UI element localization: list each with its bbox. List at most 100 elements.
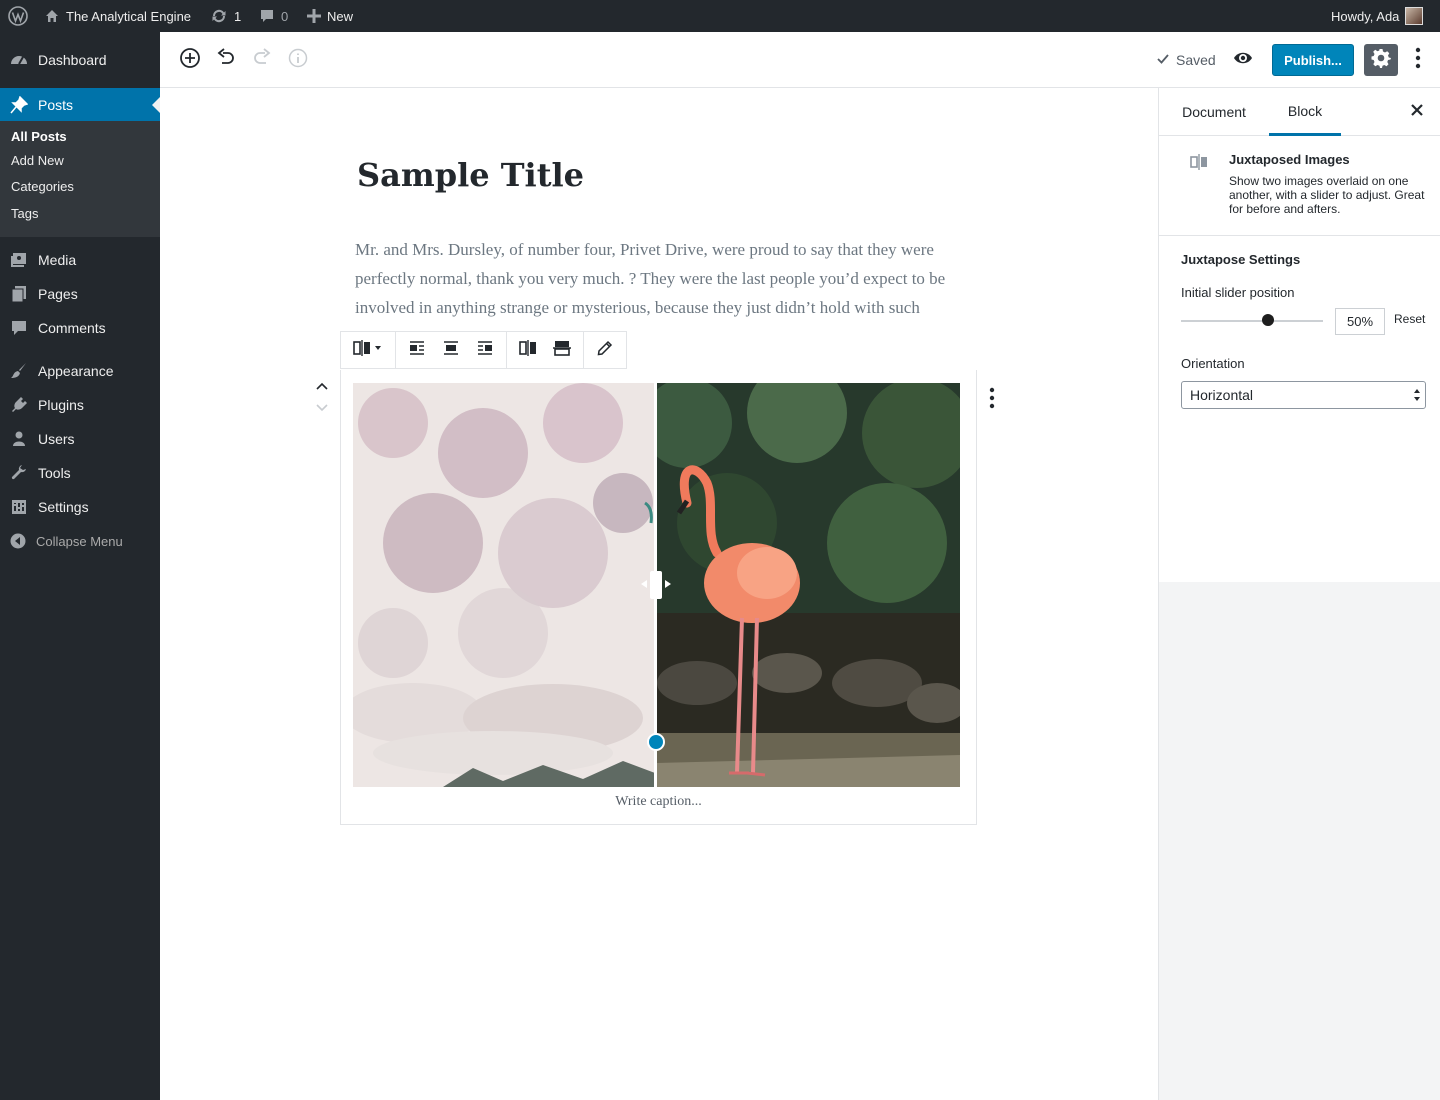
new-content-link[interactable]: New [307, 0, 353, 32]
settings-sidebar: Document Block Juxtaposed Images Show tw… [1158, 88, 1440, 1100]
align-left-button[interactable] [400, 333, 434, 367]
block-switcher-button[interactable] [345, 333, 391, 367]
site-name-link[interactable]: The Analytical Engine [44, 0, 191, 32]
menu-item-pages[interactable]: Pages [0, 277, 160, 311]
submenu-tags[interactable]: Tags [11, 204, 38, 224]
site-name: The Analytical Engine [66, 8, 192, 24]
reset-button[interactable]: Reset [1394, 312, 1425, 326]
slider-value-input[interactable]: 50% [1335, 308, 1385, 335]
eye-icon [1233, 48, 1253, 73]
menu-label: Users [38, 431, 75, 447]
slider-left-arrow-icon [641, 580, 647, 588]
block-switcher-group [341, 332, 396, 368]
saved-indicator: Saved [1156, 32, 1216, 88]
move-up-button[interactable] [314, 378, 330, 394]
publish-button[interactable]: Publish... [1272, 44, 1354, 76]
slider-thumb[interactable] [1262, 314, 1274, 326]
select-arrows-icon [1413, 387, 1421, 406]
submenu-add-new[interactable]: Add New [11, 151, 64, 171]
menu-item-appearance[interactable]: Appearance [0, 354, 160, 388]
gear-icon [1371, 48, 1391, 73]
editor-canvas: Sample Title Mr. and Mrs. Dursley, of nu… [160, 88, 1158, 1100]
after-image [657, 383, 960, 787]
tab-block[interactable]: Block [1269, 88, 1341, 136]
editor-header: Saved Publish... [160, 32, 1440, 88]
menu-label: Tools [38, 465, 71, 481]
before-image [353, 383, 655, 787]
collapse-menu-button[interactable]: Collapse Menu [0, 525, 160, 557]
submenu-categories[interactable]: Categories [11, 177, 74, 197]
users-icon [0, 430, 36, 448]
menu-item-tools[interactable]: Tools [0, 456, 160, 490]
edit-images-button[interactable] [588, 333, 622, 367]
menu-item-media[interactable]: Media [0, 243, 160, 277]
orientation-select[interactable]: Horizontal [1181, 381, 1426, 409]
home-icon [44, 8, 60, 24]
tab-document[interactable]: Document [1169, 88, 1259, 136]
add-block-button[interactable] [176, 46, 204, 74]
collapse-arrow-icon [0, 533, 36, 549]
info-icon [288, 48, 308, 73]
greeting: Howdy, Ada [1331, 8, 1400, 24]
horizontal-orientation-button[interactable] [511, 333, 545, 367]
align-right-button[interactable] [468, 333, 502, 367]
menu-item-comments[interactable]: Comments [0, 311, 160, 345]
pages-icon [0, 285, 36, 303]
content-info-button[interactable] [284, 46, 312, 74]
more-menu-button[interactable] [1404, 46, 1432, 74]
orientation-label: Orientation [1181, 356, 1245, 371]
comments-link[interactable]: 0 [259, 0, 288, 32]
juxtapose-icon [353, 339, 383, 361]
align-right-icon [477, 340, 493, 360]
plus-icon [307, 9, 321, 23]
admin-bar: The Analytical Engine 1 0 New Howdy, Ada [0, 0, 1440, 32]
block-card-description: Show two images overlaid on one another,… [1229, 174, 1425, 216]
menu-item-posts[interactable]: Posts [0, 88, 160, 122]
wordpress-logo-icon[interactable] [8, 0, 28, 32]
posts-submenu: All Posts Add New Categories Tags [0, 121, 160, 237]
juxtapose-icon [1189, 154, 1209, 175]
undo-icon [216, 47, 236, 73]
panel-title[interactable]: Juxtapose Settings [1181, 252, 1300, 267]
resize-handle[interactable] [647, 733, 665, 751]
vertical-ellipsis-icon [1415, 47, 1421, 74]
caption-field[interactable]: Write caption... [340, 794, 977, 810]
slider-track[interactable] [1181, 320, 1323, 322]
comparison-slider-handle[interactable] [650, 571, 662, 599]
align-left-icon [409, 340, 425, 360]
undo-button[interactable] [212, 46, 240, 74]
preview-button[interactable] [1229, 46, 1257, 74]
my-account-link[interactable]: Howdy, Ada [1331, 0, 1424, 32]
pin-icon [0, 96, 36, 114]
sidebar-panel: Document Block Juxtaposed Images Show tw… [1159, 88, 1440, 582]
updates-count: 1 [234, 8, 242, 24]
menu-item-settings[interactable]: Settings [0, 490, 160, 524]
menu-label: Plugins [38, 397, 84, 413]
updates-link[interactable]: 1 [210, 0, 241, 32]
align-center-button[interactable] [434, 333, 468, 367]
paragraph-block[interactable]: Mr. and Mrs. Dursley, of number four, Pr… [355, 235, 965, 337]
submenu-all-posts[interactable]: All Posts [11, 127, 67, 147]
saved-label: Saved [1176, 52, 1216, 68]
admin-menu: Dashboard Posts All Posts Add New Catego… [0, 32, 160, 1100]
media-icon [0, 251, 36, 269]
vertical-orientation-button[interactable] [545, 333, 579, 367]
slider-right-arrow-icon [665, 580, 671, 588]
block-more-options-button[interactable] [986, 386, 998, 414]
redo-button[interactable] [248, 46, 276, 74]
menu-label: Pages [38, 286, 78, 302]
menu-item-dashboard[interactable]: Dashboard [0, 43, 160, 77]
menu-label: Posts [38, 97, 74, 113]
post-title[interactable]: Sample Title [357, 156, 584, 194]
menu-item-plugins[interactable]: Plugins [0, 388, 160, 422]
menu-item-users[interactable]: Users [0, 422, 160, 456]
align-center-icon [443, 340, 459, 360]
menu-label: Comments [38, 320, 106, 336]
move-down-button[interactable] [314, 400, 330, 416]
block-card-title: Juxtaposed Images [1229, 152, 1350, 167]
comments-icon [0, 319, 36, 337]
comments-count: 0 [281, 8, 289, 24]
close-sidebar-button[interactable] [1403, 98, 1431, 126]
vertical-ellipsis-icon [989, 387, 995, 414]
settings-toggle-button[interactable] [1364, 44, 1398, 76]
